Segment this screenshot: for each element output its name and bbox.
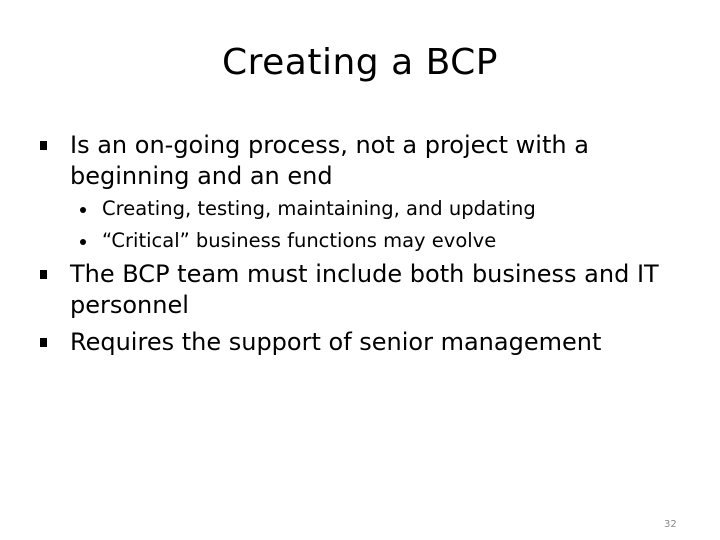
bullet-text: Requires the support of senior managemen… bbox=[70, 328, 602, 356]
bullet-text: The BCP team must include both business … bbox=[70, 260, 659, 319]
square-bullet-icon bbox=[40, 338, 47, 347]
slide-title: Creating a BCP bbox=[222, 42, 498, 83]
round-bullet-icon bbox=[80, 239, 86, 245]
sub-bullet-text: Creating, testing, maintaining, and upda… bbox=[102, 197, 536, 220]
bullet-item: Is an on-going process, not a project wi… bbox=[40, 130, 715, 192]
sub-bullet-item: “Critical” business functions may evolve bbox=[80, 226, 496, 256]
square-bullet-icon bbox=[40, 141, 47, 150]
sub-bullet-text: “Critical” business functions may evolve bbox=[102, 229, 497, 252]
page-number: 32 bbox=[664, 519, 677, 530]
round-bullet-icon bbox=[80, 207, 86, 213]
bullet-item: The BCP team must include both business … bbox=[40, 259, 715, 321]
square-bullet-icon bbox=[40, 270, 47, 279]
bullet-item: Requires the support of senior managemen… bbox=[40, 327, 715, 358]
sub-bullet-item: Creating, testing, maintaining, and upda… bbox=[80, 194, 536, 224]
bullet-text: Is an on-going process, not a project wi… bbox=[70, 131, 589, 190]
